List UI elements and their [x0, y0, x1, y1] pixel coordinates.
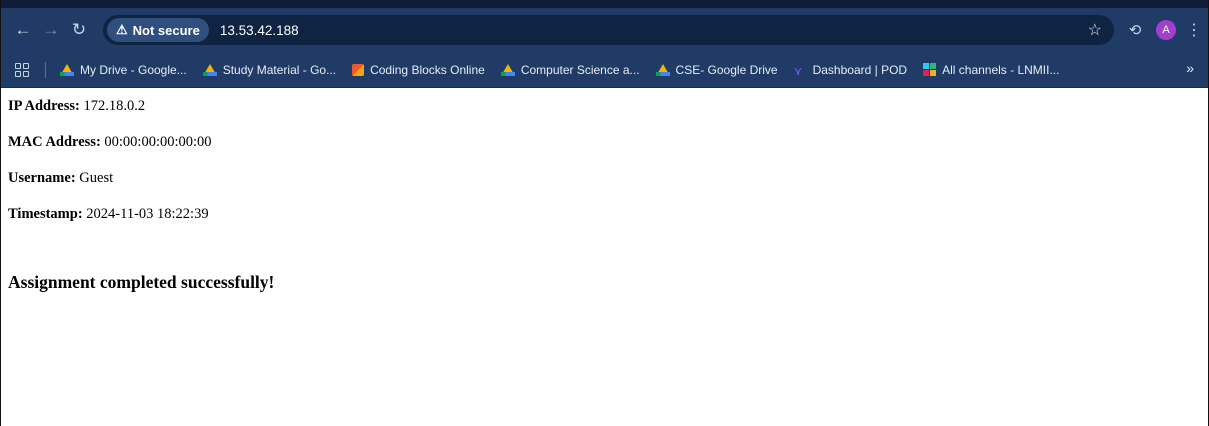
bookmark-label: My Drive - Google...	[80, 62, 187, 77]
google-drive-icon	[500, 63, 515, 76]
warning-icon: ⚠	[116, 22, 128, 37]
security-label: Not secure	[132, 22, 200, 38]
bookmark-cse-drive[interactable]: CSE- Google Drive	[655, 62, 778, 77]
ip-address-row: IP Address: 172.18.0.2	[8, 96, 1208, 132]
username-value: Guest	[75, 170, 114, 186]
ip-address-value: 172.18.0.2	[79, 98, 146, 114]
url-text[interactable]: 13.53.42.188	[220, 23, 299, 38]
toolbar-right-icons: ⟲ A ⋮	[1124, 20, 1202, 40]
bookmark-star-icon[interactable]: ☆	[1088, 20, 1102, 40]
username-label: Username:	[8, 170, 76, 186]
coding-blocks-icon	[352, 63, 365, 76]
bookmark-label: Computer Science a...	[520, 62, 640, 77]
arrow-right-icon: →	[42, 20, 60, 39]
bookmark-coding-blocks[interactable]: Coding Blocks Online	[352, 63, 485, 77]
more-menu-icon[interactable]: ⋮	[1186, 20, 1202, 40]
bookmark-label: Study Material - Go...	[222, 62, 337, 77]
security-indicator[interactable]: ⚠ Not secure	[107, 18, 209, 42]
bookmark-computer-science[interactable]: Computer Science a...	[500, 62, 640, 77]
arrow-left-icon: ←	[14, 20, 32, 39]
bookmark-label: CSE- Google Drive	[675, 62, 778, 77]
apps-grid-icon[interactable]	[15, 62, 29, 77]
google-drive-icon	[655, 63, 670, 76]
bookmarks-divider	[45, 61, 46, 78]
bookmark-label: Dashboard | POD	[812, 62, 908, 77]
address-bar[interactable]: ⚠ Not secure 13.53.42.188 ☆	[103, 15, 1114, 45]
pod-icon: ⋎	[793, 63, 803, 78]
timestamp-value: 2024-11-03 18:22:39	[82, 206, 209, 222]
ip-address-label: IP Address:	[8, 98, 80, 114]
timestamp-row: Timestamp: 2024-11-03 18:22:39	[8, 204, 1208, 240]
bookmark-my-drive[interactable]: My Drive - Google...	[60, 63, 187, 77]
bookmark-dashboard-pod[interactable]: ⋎ Dashboard | POD	[793, 62, 908, 78]
bookmark-label: Coding Blocks Online	[370, 62, 485, 77]
forward-button[interactable]: →	[37, 16, 65, 44]
timestamp-label: Timestamp:	[8, 206, 83, 222]
slack-icon	[923, 63, 937, 76]
page-content: IP Address: 172.18.0.2 MAC Address: 00:0…	[1, 88, 1208, 293]
bookmark-all-channels[interactable]: All channels - LNMII...	[923, 63, 1059, 77]
bookmarks-bar: My Drive - Google... Study Material - Go…	[1, 52, 1208, 88]
bookmarks-overflow-icon[interactable]: »	[1186, 60, 1194, 76]
browser-window: ← → ↻ ⚠ Not secure 13.53.42.188 ☆ ⟲ A ⋮ …	[0, 0, 1209, 426]
google-drive-icon	[60, 63, 74, 76]
username-row: Username: Guest	[8, 168, 1208, 204]
bookmark-label: All channels - LNMII...	[942, 62, 1060, 77]
back-button[interactable]: ←	[9, 16, 37, 44]
mac-address-value: 00:00:00:00:00:00	[100, 134, 212, 150]
google-drive-icon	[202, 63, 217, 76]
mac-address-row: MAC Address: 00:00:00:00:00:00	[8, 132, 1208, 168]
reload-button[interactable]: ↻	[65, 16, 93, 44]
profile-avatar[interactable]: A	[1156, 20, 1176, 40]
success-message: Assignment completed successfully!	[8, 272, 275, 292]
browser-toolbar: ← → ↻ ⚠ Not secure 13.53.42.188 ☆ ⟲ A ⋮	[1, 0, 1208, 52]
bookmark-study-material[interactable]: Study Material - Go...	[202, 62, 337, 77]
reload-icon: ↻	[71, 20, 87, 39]
mac-address-label: MAC Address:	[8, 134, 101, 150]
extension-icon[interactable]: ⟲	[1124, 21, 1146, 39]
